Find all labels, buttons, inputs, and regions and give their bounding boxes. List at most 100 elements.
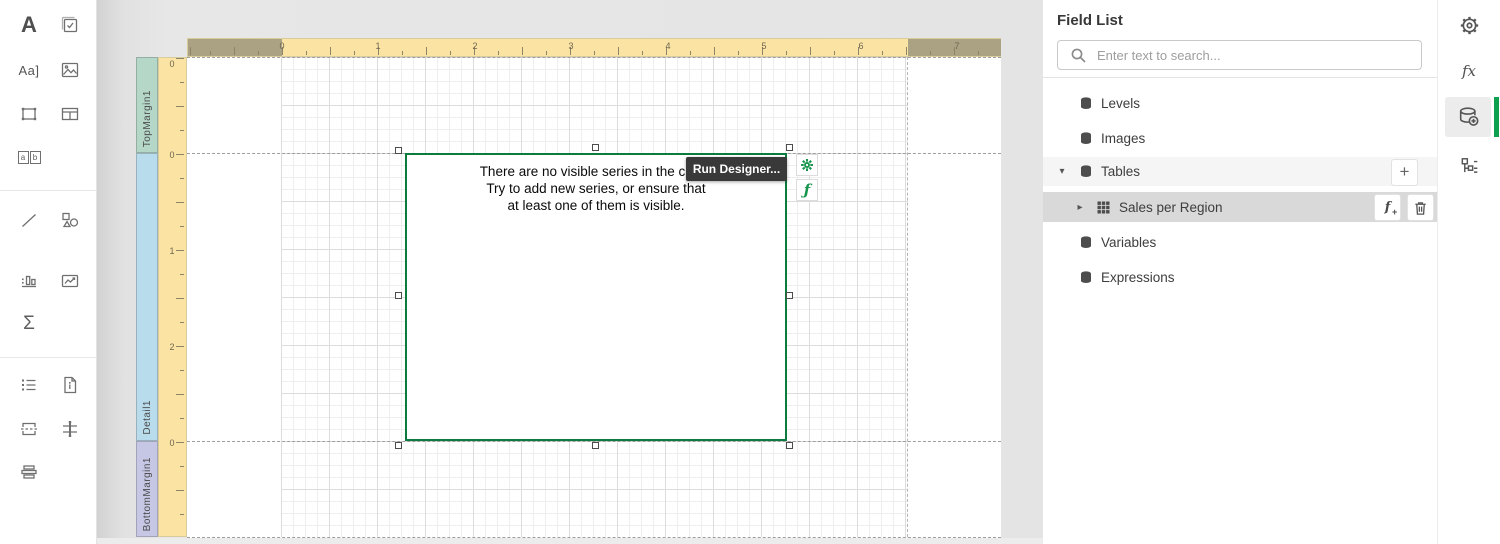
right-margin-line — [907, 57, 908, 537]
horizontal-ruler: 0 1 2 3 4 5 6 7 — [187, 38, 1001, 57]
band-detail[interactable]: Detail1 — [136, 153, 158, 441]
tab-field-list[interactable] — [1447, 98, 1491, 136]
toolbox-pageinfo-button[interactable] — [52, 367, 88, 403]
database-icon — [1081, 165, 1091, 177]
toolbox-shape-button[interactable] — [52, 202, 88, 238]
toolbox-checkbox-button[interactable] — [52, 7, 88, 43]
resize-handle-top-right[interactable] — [786, 144, 793, 151]
toolbox-crossband-line-button[interactable] — [52, 411, 88, 447]
toolbox-table-button[interactable] — [52, 96, 88, 132]
toolbox-barcode-button[interactable] — [11, 263, 47, 299]
smart-tag-button[interactable] — [796, 154, 818, 176]
vertical-ruler: 0 0 1 2 0 — [158, 57, 187, 537]
toolbox-panel-button[interactable] — [11, 96, 47, 132]
richtext-icon: Aa] — [18, 62, 40, 78]
band-top-margin[interactable]: TopMargin1 — [136, 57, 158, 153]
add-table-button[interactable] — [1391, 159, 1418, 186]
add-calculated-field-icon — [1385, 200, 1397, 217]
toolbox-sparkline-button[interactable] — [52, 263, 88, 299]
fx-icon: fx — [1461, 62, 1476, 80]
ruler-ticks — [188, 47, 1000, 55]
item-label: Variables — [1101, 234, 1157, 250]
toolbox-pagebreak-button[interactable] — [11, 411, 47, 447]
band-bottom-margin[interactable]: BottomMargin1 — [136, 441, 158, 537]
ruler-number: 1 — [375, 41, 381, 51]
cross-band-box-icon — [21, 465, 37, 479]
delete-table-button[interactable] — [1407, 194, 1434, 221]
toolbox-divider — [0, 357, 97, 358]
toolbox-crossband-box-button[interactable] — [11, 454, 47, 490]
resize-handle-mid-left[interactable] — [395, 292, 402, 299]
band-separator — [187, 57, 1001, 58]
field-list-item-levels[interactable]: Levels — [1043, 88, 1437, 118]
plus-icon — [1400, 163, 1410, 182]
page-info-icon — [64, 376, 77, 394]
ruler-number: 1 — [169, 246, 175, 256]
ruler-number: 0 — [169, 59, 175, 69]
item-label: Expressions — [1101, 269, 1175, 285]
gear-icon — [801, 159, 813, 171]
horizontal-scrollbar-track[interactable] — [97, 538, 1043, 544]
add-calculated-field-button[interactable] — [1374, 194, 1401, 221]
ruler-number: 7 — [954, 41, 960, 51]
band-label: TopMargin1 — [141, 89, 153, 147]
expand-arrow-icon[interactable] — [1075, 202, 1085, 213]
item-label: Sales per Region — [1119, 199, 1223, 215]
label-icon: A — [21, 12, 37, 37]
checkbox-icon — [61, 16, 78, 33]
field-list-panel: Field List Levels Images Tables — [1043, 0, 1437, 544]
side-tab-bar: fx — [1437, 0, 1500, 544]
resize-handle-bottom-left[interactable] — [395, 442, 402, 449]
toolbox-table-of-contents-button[interactable] — [11, 367, 47, 403]
panel-separator — [1043, 77, 1437, 78]
database-add-icon — [1459, 107, 1479, 126]
chart-control[interactable]: There are no visible series in the chart… — [405, 153, 787, 441]
toolbox-character-comb-button[interactable]: a b — [11, 139, 47, 175]
toolbox-picturebox-button[interactable] — [52, 52, 88, 88]
trash-icon — [1415, 201, 1426, 215]
chart-message-line2: Try to add new series, or ensure that — [486, 181, 706, 196]
list-icon — [22, 379, 36, 391]
resize-handle-mid-right[interactable] — [786, 292, 793, 299]
resize-handle-bottom-center[interactable] — [592, 442, 599, 449]
toolbox-label-button[interactable]: A — [11, 7, 47, 43]
expression-binding-button[interactable]: ƒ — [796, 179, 818, 201]
page-break-icon — [21, 422, 37, 436]
item-label: Levels — [1101, 95, 1141, 111]
ruler-number: 3 — [568, 41, 574, 51]
field-list-item-images[interactable]: Images — [1043, 123, 1437, 153]
active-tab-indicator — [1494, 97, 1499, 137]
collapse-arrow-icon[interactable] — [1057, 166, 1067, 177]
tab-properties[interactable] — [1447, 6, 1491, 44]
toolbox-divider — [0, 190, 97, 191]
chart-message-line3: at least one of them is visible. — [507, 198, 685, 213]
search-icon — [1071, 48, 1086, 63]
tab-report-explorer[interactable] — [1447, 147, 1491, 185]
shape-icon — [62, 212, 79, 228]
resize-handle-top-center[interactable] — [592, 144, 599, 151]
search-input[interactable] — [1097, 47, 1421, 63]
table-icon — [61, 107, 79, 121]
picture-icon — [61, 62, 79, 78]
tree-icon — [1461, 158, 1478, 173]
cross-band-line-icon — [63, 421, 77, 437]
band-label: Detail1 — [141, 400, 153, 435]
search-box[interactable] — [1057, 40, 1422, 70]
field-list-item-expressions[interactable]: Expressions — [1043, 262, 1437, 292]
ruler-number: 6 — [858, 41, 864, 51]
line-icon — [22, 214, 36, 227]
database-icon — [1081, 131, 1091, 144]
resize-handle-bottom-right[interactable] — [786, 442, 793, 449]
field-list-item-variables[interactable]: Variables — [1043, 227, 1437, 257]
toolbox-richtext-button[interactable]: Aa] — [11, 52, 47, 88]
ruler-number: 4 — [665, 41, 671, 51]
run-designer-button[interactable]: Run Designer... — [686, 157, 787, 181]
tab-expressions[interactable]: fx — [1447, 52, 1491, 90]
resize-handle-top-left[interactable] — [395, 147, 402, 154]
band-label: BottomMargin1 — [141, 456, 153, 531]
field-list-item-tables[interactable]: Tables — [1043, 157, 1437, 186]
panel-icon — [21, 107, 37, 121]
table-grid-icon — [1097, 201, 1110, 213]
toolbox-line-button[interactable] — [11, 202, 47, 238]
toolbox-summary-button[interactable]: Σ — [11, 306, 47, 342]
